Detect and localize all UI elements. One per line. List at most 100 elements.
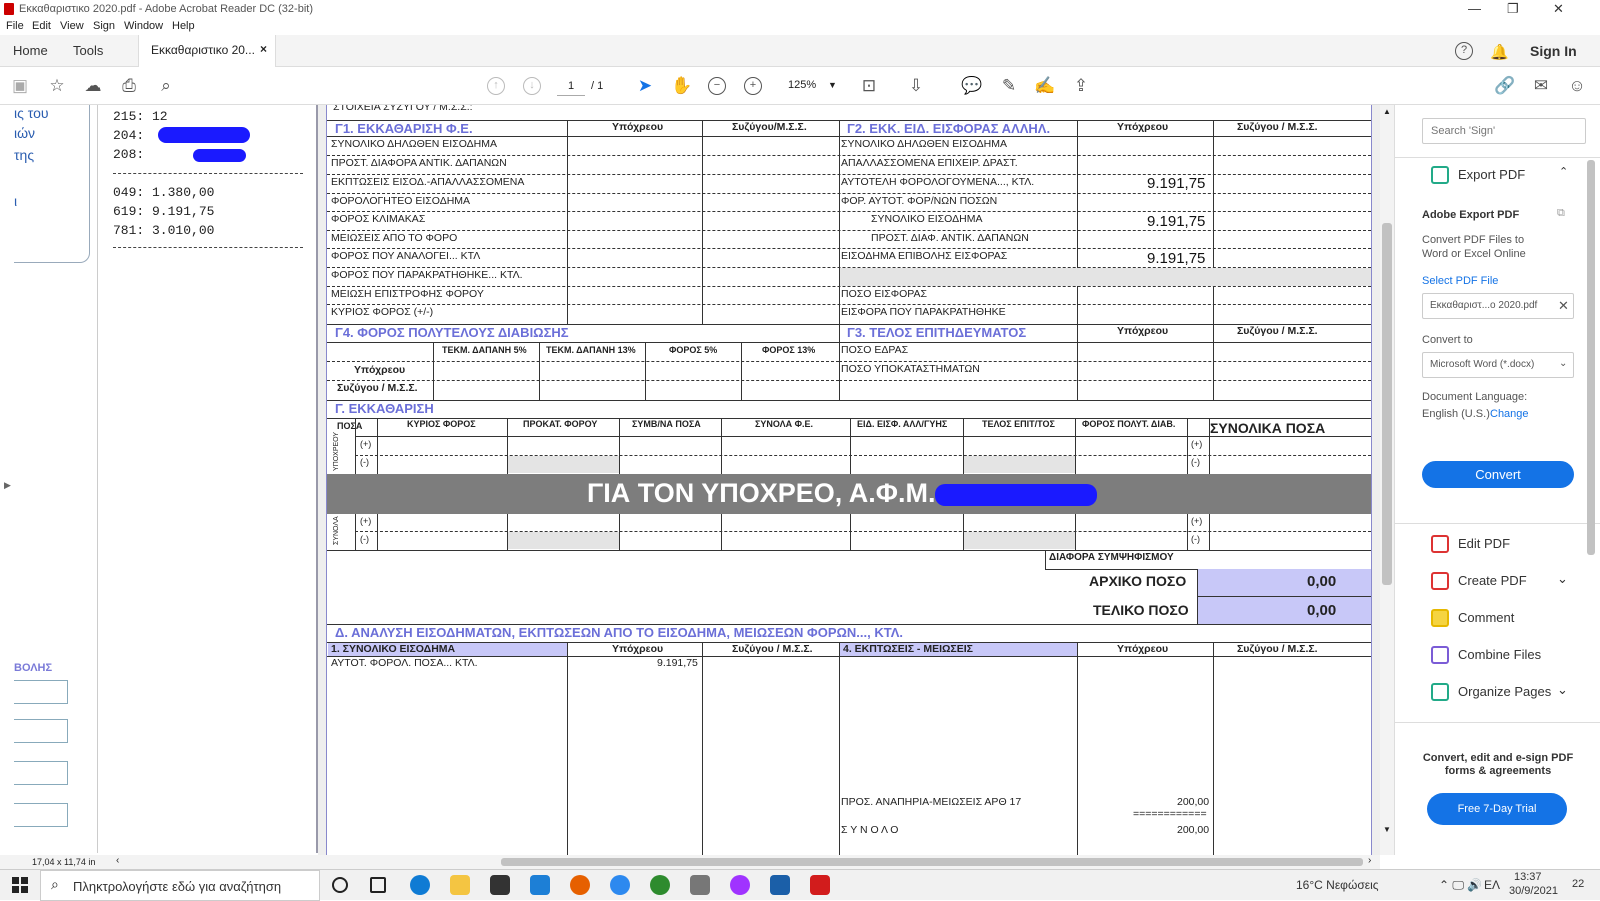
- change-language-link[interactable]: Change: [1490, 408, 1529, 420]
- zoom-level-select[interactable]: 125%: [788, 79, 816, 91]
- app-icon[interactable]: [650, 875, 670, 895]
- clock-time[interactable]: 13:37: [1514, 871, 1542, 883]
- clock-date[interactable]: 30/9/2021: [1509, 885, 1558, 897]
- export-pdf-header[interactable]: Export PDF: [1458, 167, 1525, 182]
- taskbar-search-box[interactable]: ⌕ Πληκτρολογήστε εδώ για αναζήτηση: [40, 870, 320, 901]
- email-icon[interactable]: ✉: [1530, 75, 1552, 97]
- select-cursor-icon[interactable]: ➤: [634, 75, 656, 97]
- acrobat-taskbar-icon[interactable]: [810, 875, 830, 895]
- chevron-up-icon[interactable]: ⌃: [1559, 165, 1568, 178]
- info-icon[interactable]: ⧉: [1557, 207, 1565, 220]
- rule: [839, 342, 1371, 343]
- close-tab-icon[interactable]: ×: [260, 42, 267, 56]
- cortana-icon[interactable]: [332, 877, 348, 893]
- zoom-out-icon[interactable]: −: [708, 77, 726, 95]
- store-icon[interactable]: [490, 875, 510, 895]
- calculator-icon[interactable]: [690, 875, 710, 895]
- menu-file[interactable]: File: [6, 20, 24, 32]
- tab-tools[interactable]: Tools: [73, 43, 103, 58]
- format-select[interactable]: Microsoft Word (*.docx) ⌄: [1422, 352, 1574, 378]
- scroll-right-icon[interactable]: ›: [1368, 855, 1371, 866]
- rule: [1213, 120, 1214, 325]
- menu-view[interactable]: View: [60, 20, 84, 32]
- language-indicator[interactable]: ΕΛ: [1484, 878, 1500, 892]
- scroll-mode-icon[interactable]: ⇩: [905, 75, 927, 97]
- dashed-separator: [113, 173, 303, 174]
- sign-icon[interactable]: ✍: [1034, 75, 1056, 97]
- zoom-in-icon[interactable]: +: [744, 77, 762, 95]
- link-icon[interactable]: 🔗: [1494, 75, 1516, 97]
- print-icon[interactable]: ⎙: [118, 75, 140, 97]
- tool-edit-pdf[interactable]: Edit PDF: [1458, 536, 1510, 551]
- bell-icon[interactable]: 🔔: [1490, 43, 1509, 61]
- rule: [1209, 514, 1210, 550]
- select-pdf-link[interactable]: Select PDF File: [1422, 275, 1498, 287]
- find-icon[interactable]: ⌕: [155, 75, 177, 97]
- tab-bar: Home Tools Εκκαθαριστικο 20... × ? 🔔 Sig…: [0, 35, 1600, 67]
- restore-icon[interactable]: ❐: [1507, 1, 1519, 17]
- convert-button[interactable]: Convert: [1422, 461, 1574, 488]
- scroll-left-icon[interactable]: ‹: [116, 855, 119, 866]
- menu-sign[interactable]: Sign: [93, 20, 115, 32]
- save-icon[interactable]: ▣: [9, 75, 31, 97]
- file-explorer-icon[interactable]: [450, 875, 470, 895]
- close-window-icon[interactable]: ✕: [1553, 1, 1564, 17]
- remove-file-icon[interactable]: ✕: [1558, 298, 1569, 314]
- search-tools-input[interactable]: [1422, 118, 1586, 144]
- notification-badge[interactable]: 22: [1572, 878, 1584, 890]
- hscroll-thumb[interactable]: [501, 858, 1363, 866]
- rule: [327, 361, 839, 362]
- page-number-input[interactable]: 1: [557, 76, 585, 96]
- free-trial-button[interactable]: Free 7-Day Trial: [1427, 793, 1567, 825]
- menu-help[interactable]: Help: [172, 20, 195, 32]
- upload-cloud-icon[interactable]: ☁: [82, 75, 104, 97]
- sign-in-button[interactable]: Sign In: [1530, 43, 1577, 59]
- rule: [377, 418, 378, 474]
- horizontal-scrollbar[interactable]: ‹ ›: [110, 855, 1380, 869]
- prev-page-icon[interactable]: ↑: [487, 77, 505, 95]
- page-fit-icon[interactable]: ⊡: [858, 75, 880, 97]
- hand-tool-icon[interactable]: ✋: [671, 75, 693, 97]
- document-viewport[interactable]: ΣΤΟΙΧΕΙΑ ΣΥΖΥΓΟΥ / Μ.Σ.Σ.: Γ1. ΕΚΚΑΘΑΡΙΣ…: [318, 105, 1380, 855]
- minimize-icon[interactable]: —: [1468, 1, 1481, 16]
- windows-start-icon[interactable]: [12, 877, 28, 893]
- tray-icons[interactable]: ⌃ 🖵 🔊: [1439, 878, 1482, 893]
- chevron-down-icon[interactable]: ▼: [828, 80, 837, 90]
- pen-icon[interactable]: ✎: [998, 75, 1020, 97]
- comment-icon[interactable]: 💬: [961, 75, 983, 97]
- panel-scroll-thumb[interactable]: [1587, 160, 1595, 555]
- tool-comment[interactable]: Comment: [1458, 610, 1514, 625]
- tab-document[interactable]: Εκκαθαριστικο 20... ×: [138, 35, 276, 67]
- scroll-thumb[interactable]: [1382, 223, 1392, 585]
- mail-icon[interactable]: [530, 875, 550, 895]
- firefox-icon[interactable]: [570, 875, 590, 895]
- left-field-3: [14, 761, 68, 785]
- scroll-down-icon[interactable]: ▼: [1383, 825, 1391, 834]
- bookmark-star-icon[interactable]: ☆: [46, 75, 68, 97]
- menu-edit[interactable]: Edit: [32, 20, 51, 32]
- tool-organize-pages[interactable]: Organize Pages: [1458, 684, 1551, 699]
- chevron-down-icon[interactable]: ⌄: [1557, 571, 1568, 587]
- account-icon[interactable]: ☺: [1566, 75, 1588, 97]
- tool-create-pdf[interactable]: Create PDF: [1458, 573, 1527, 588]
- menu-window[interactable]: Window: [124, 20, 163, 32]
- share-icon[interactable]: ⇪: [1070, 75, 1092, 97]
- code-line-619: 619: 9.191,75: [113, 204, 215, 219]
- weather-text[interactable]: 16°C Νεφώσεις: [1296, 878, 1379, 892]
- app-icon[interactable]: [770, 875, 790, 895]
- next-page-icon[interactable]: ↓: [523, 77, 541, 95]
- expand-left-icon[interactable]: ▶: [4, 480, 11, 491]
- messenger-icon[interactable]: [730, 875, 750, 895]
- scroll-up-icon[interactable]: ▲: [1383, 107, 1391, 116]
- edge-icon[interactable]: [410, 875, 430, 895]
- chevron-down-icon[interactable]: ⌄: [1557, 682, 1568, 698]
- tool-combine-files[interactable]: Combine Files: [1458, 647, 1541, 662]
- tab-home[interactable]: Home: [13, 43, 48, 58]
- g-plus: (+): [1191, 516, 1203, 526]
- chat-app-icon[interactable]: [610, 875, 630, 895]
- selected-file-field[interactable]: Εκκαθαριστ...ο 2020.pdf ✕: [1422, 293, 1574, 319]
- vertical-scrollbar[interactable]: ▲ ▼: [1380, 105, 1394, 855]
- help-icon[interactable]: ?: [1455, 42, 1473, 60]
- rule: [327, 155, 1371, 156]
- task-view-icon[interactable]: [370, 877, 386, 893]
